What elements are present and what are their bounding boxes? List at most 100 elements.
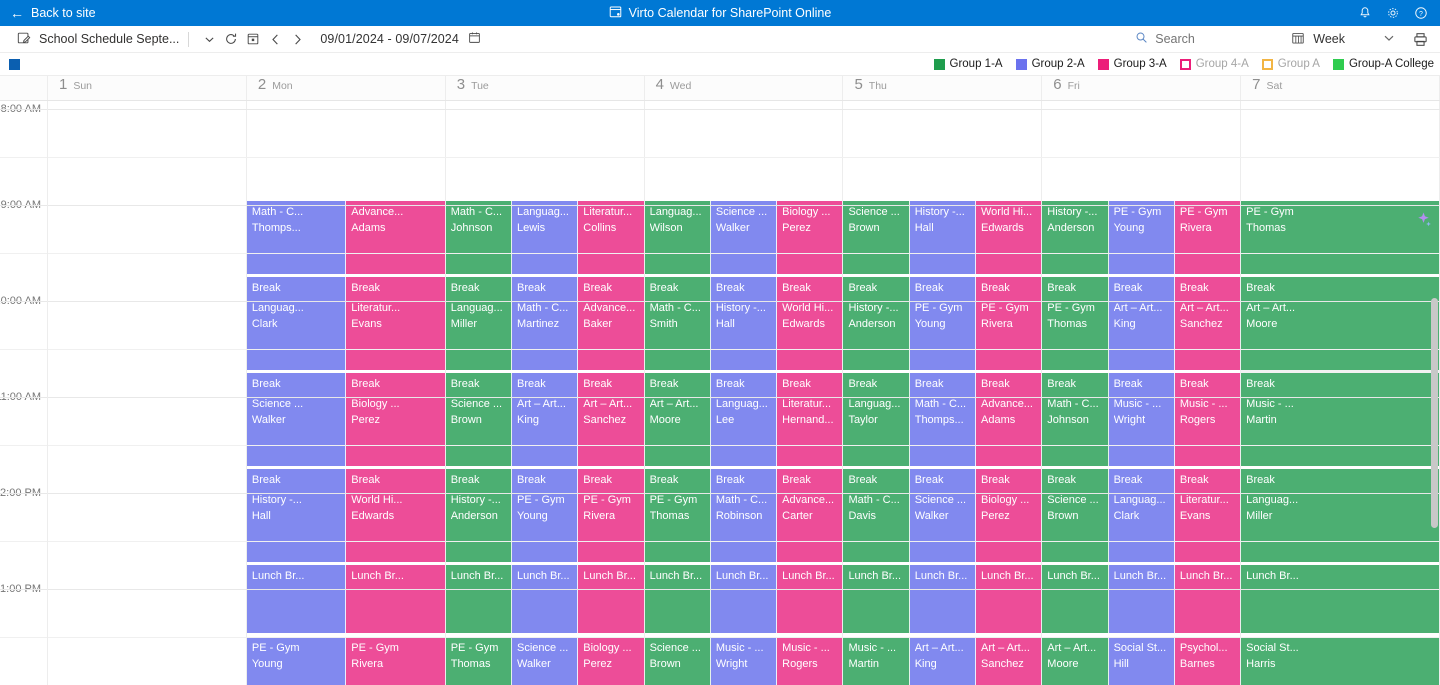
calendar-event[interactable]: Math - C... Davis [843, 489, 910, 562]
calendar-event[interactable]: Break [1241, 373, 1440, 393]
calendar-event[interactable]: Lunch Br... [976, 565, 1042, 633]
legend-item[interactable]: Group 2-A [1015, 58, 1085, 70]
calendar-event[interactable]: Math - C... Johnson [445, 201, 512, 274]
calendar-event[interactable]: History -... Hall [246, 489, 347, 562]
calendar-event[interactable]: Break [710, 469, 778, 489]
day-header-fri[interactable]: 6 Fri [1042, 76, 1242, 100]
calendar-event[interactable]: History -... Anderson [445, 489, 512, 562]
calendar-event[interactable]: Science ... Brown [843, 201, 910, 274]
calendar-event[interactable]: PE - Gym Thomas [445, 637, 512, 685]
view-chevron-down-icon[interactable] [1383, 32, 1395, 47]
day-column-thu[interactable]: Science ... Brown History -... Hall World Hi… [843, 101, 1043, 685]
calendar-event[interactable]: Break [777, 373, 843, 393]
calendar-event[interactable]: Break [1174, 469, 1241, 489]
legend-item[interactable]: Group-A College [1332, 58, 1434, 70]
calendar-event[interactable]: Art – Art... King [909, 637, 976, 685]
calendar-event[interactable]: Break [246, 373, 347, 393]
calendar-event[interactable]: Break [1108, 469, 1175, 489]
calendar-event[interactable]: Math - C... Thomps... [909, 393, 976, 466]
calendar-event[interactable]: PE - Gym Rivera [578, 489, 644, 562]
calendar-event[interactable]: Break [246, 277, 347, 297]
calendar-event[interactable]: Languag... Taylor [843, 393, 910, 466]
calendar-event[interactable]: Break [1174, 373, 1241, 393]
calendar-event[interactable]: Break [710, 277, 778, 297]
calendar-event[interactable]: Psychol... Barnes [1174, 637, 1241, 685]
gear-icon[interactable] [1386, 6, 1400, 20]
calendar-event[interactable]: Break [909, 469, 976, 489]
calendar-event[interactable]: Break [777, 277, 843, 297]
calendar-event[interactable]: Art – Art... King [1108, 297, 1175, 370]
date-range[interactable]: 09/01/2024 - 09/07/2024 [320, 31, 481, 47]
calendar-event[interactable]: Math - C... Johnson [1042, 393, 1109, 466]
calendar-event[interactable]: World Hi... Edwards [976, 201, 1042, 274]
calendar-event[interactable]: Biology ... Perez [976, 489, 1042, 562]
calendar-event[interactable]: Break [512, 277, 579, 297]
calendar-event[interactable]: Art – Art... Sanchez [976, 637, 1042, 685]
calendar-event[interactable]: PE - Gym Young [1108, 201, 1175, 274]
calendar-event[interactable]: PE - Gym Young [909, 297, 976, 370]
calendar-event[interactable]: PE - Gym Rivera [346, 637, 445, 685]
calendar-event[interactable]: Social St... Hill [1108, 637, 1175, 685]
calendar-event[interactable]: Lunch Br... [346, 565, 445, 633]
calendar-event[interactable]: Break [1241, 277, 1440, 297]
calendar-scroll-area[interactable]: 8:00 AM9:00 AM10:00 AM11:00 AM12:00 PM1:… [0, 101, 1440, 685]
day-column-tue[interactable]: Math - C... Johnson Languag... Lewis Literat… [445, 101, 645, 685]
calendar-event[interactable]: Music - ... Wright [710, 637, 778, 685]
calendar-event[interactable]: PE - Gym Young [512, 489, 579, 562]
calendar-event[interactable]: Biology ... Perez [777, 201, 843, 274]
calendar-event[interactable]: Advance... Adams [346, 201, 445, 274]
calendar-event[interactable]: World Hi... Edwards [346, 489, 445, 562]
calendar-event[interactable]: History -... Anderson [843, 297, 910, 370]
calendar-event[interactable]: Break [346, 373, 445, 393]
calendar-event[interactable]: Break [1108, 277, 1175, 297]
calendar-event[interactable]: Break [843, 373, 910, 393]
calendar-event[interactable]: Advance... Baker [578, 297, 644, 370]
calendar-event[interactable]: Science ... Brown [1042, 489, 1109, 562]
calendar-event[interactable]: Biology ... Perez [346, 393, 445, 466]
calendar-event[interactable]: Lunch Br... [843, 565, 910, 633]
calendar-event[interactable]: Break [1174, 277, 1241, 297]
day-header-thu[interactable]: 5 Thu [843, 76, 1043, 100]
calendar-event[interactable]: Break [1042, 373, 1109, 393]
calendar-event[interactable]: Math - C... Thomps... [246, 201, 347, 274]
calendar-event[interactable]: PE - Gym Rivera [976, 297, 1042, 370]
calendar-event[interactable]: PE - Gym Thomas [644, 489, 711, 562]
today-button[interactable] [242, 28, 264, 50]
calendar-event[interactable]: Lunch Br... [512, 565, 579, 633]
legend-item[interactable]: Group 1-A [933, 58, 1003, 70]
calendar-event[interactable]: Break [644, 469, 711, 489]
calendar-event[interactable]: Break [1108, 373, 1175, 393]
calendar-event[interactable]: Biology ... Perez [578, 637, 644, 685]
print-button[interactable] [1413, 32, 1428, 47]
day-column-sun[interactable] [48, 101, 247, 685]
calendar-event[interactable]: Lunch Br... [1042, 565, 1109, 633]
calendar-event[interactable]: Break [512, 373, 579, 393]
calendar-event[interactable]: Art – Art... Moore [1241, 297, 1440, 370]
search-box[interactable] [1135, 31, 1265, 47]
calendar-event[interactable]: Lunch Br... [909, 565, 976, 633]
calendar-event[interactable]: Lunch Br... [1108, 565, 1175, 633]
calendar-event[interactable]: Science ... Walker [512, 637, 579, 685]
calendar-event[interactable]: Break [976, 277, 1042, 297]
calendar-event[interactable]: Lunch Br... [445, 565, 512, 633]
calendar-event[interactable]: Lunch Br... [246, 565, 347, 633]
calendar-event[interactable]: Literatur... Evans [346, 297, 445, 370]
help-icon[interactable]: ? [1414, 6, 1428, 20]
calendar-event[interactable]: Art – Art... Sanchez [578, 393, 644, 466]
view-switch-button[interactable]: Week [1291, 31, 1345, 48]
calendar-event[interactable]: History -... Hall [909, 201, 976, 274]
calendar-event[interactable]: Music - ... Rogers [777, 637, 843, 685]
calendar-event[interactable]: Music - ... Wright [1108, 393, 1175, 466]
calendar-event[interactable]: Break [843, 469, 910, 489]
calendar-event[interactable]: Lunch Br... [1241, 565, 1440, 633]
calendar-event[interactable]: Languag... Miller [1241, 489, 1440, 562]
calendar-event[interactable]: PE - Gym Rivera [1174, 201, 1241, 274]
previous-week-button[interactable] [264, 28, 286, 50]
legend-item[interactable]: Group 4-A [1179, 58, 1249, 70]
calendar-event[interactable]: Break [346, 469, 445, 489]
calendar-event[interactable]: Break [909, 373, 976, 393]
calendar-event[interactable]: Math - C... Robinson [710, 489, 778, 562]
calendar-event[interactable]: Lunch Br... [710, 565, 778, 633]
calendar-event[interactable]: Break [445, 469, 512, 489]
calendar-event[interactable]: Break [445, 373, 512, 393]
